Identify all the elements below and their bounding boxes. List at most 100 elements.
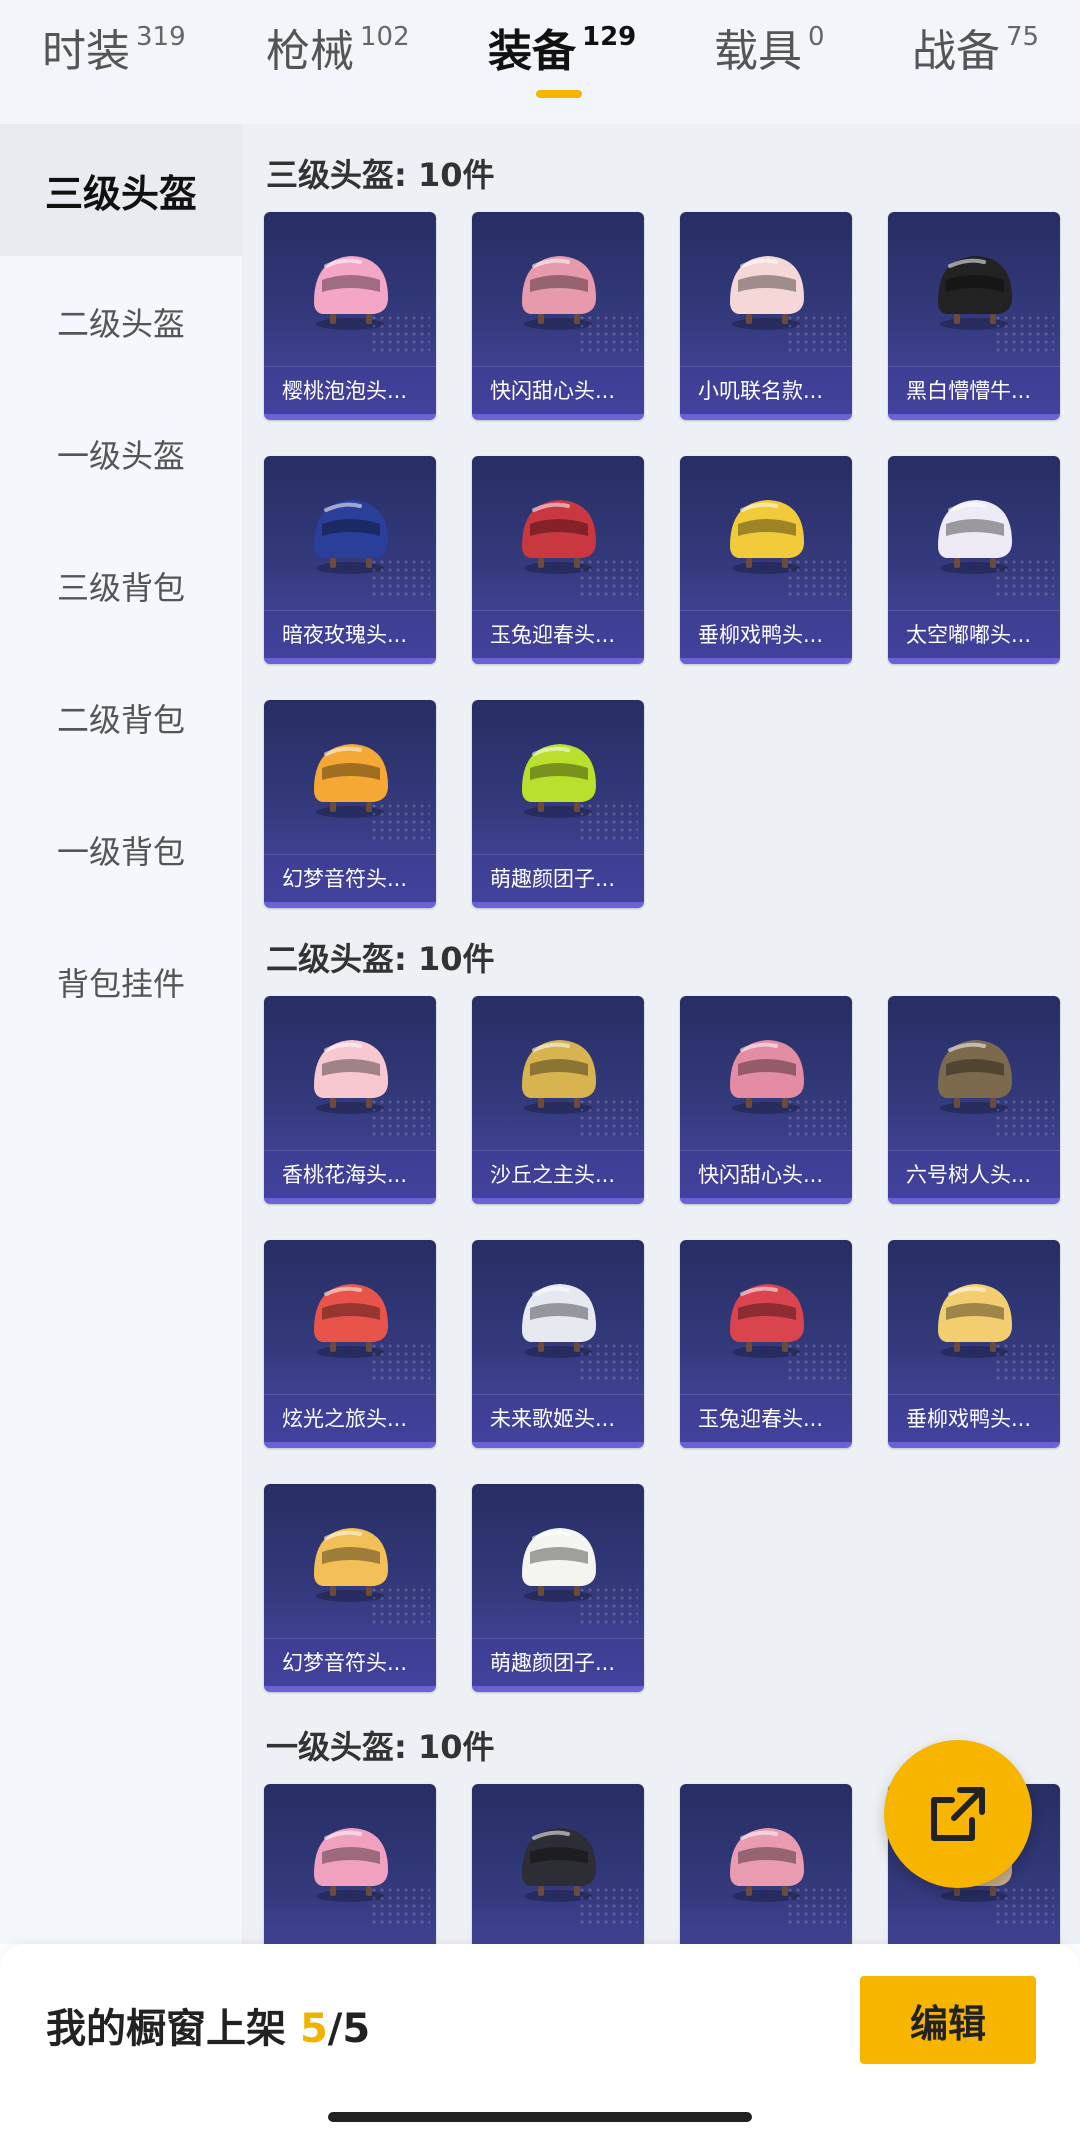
yellow-duck-helmet-icon — [938, 1284, 1012, 1358]
item-card[interactable]: 快闪甜心头... — [680, 996, 852, 1204]
tab-label: 枪械 — [266, 26, 354, 77]
section-title: 二级头盔: 10件 — [266, 940, 495, 978]
sidebar-item-backpack-charm[interactable]: 背包挂件 — [0, 916, 242, 1048]
tab-guns[interactable]: 枪械 102 — [266, 22, 410, 82]
pink-heart-helmet-icon — [314, 1828, 388, 1902]
tab-equipment[interactable]: 装备 129 — [488, 22, 636, 82]
item-card[interactable]: 垂柳戏鸭头... — [680, 456, 852, 664]
showcase-status: 我的橱窗上架 5/5 — [46, 1996, 370, 2054]
item-name: 垂柳戏鸭头... — [888, 1394, 1060, 1442]
item-name: 玉兔迎春头... — [472, 610, 644, 658]
sidebar-item-lv1-backpack[interactable]: 一级背包 — [0, 784, 242, 916]
showcase-total: /5 — [327, 2006, 371, 2052]
item-name: 六号树人头... — [888, 1150, 1060, 1198]
tab-label: 装备 — [488, 26, 576, 77]
item-card[interactable]: 炫光之旅头... — [264, 1240, 436, 1448]
space-bunny-helmet-icon — [938, 500, 1012, 574]
sidebar-item-label: 三级头盔 — [44, 171, 197, 216]
sidebar-item-label: 一级头盔 — [56, 437, 185, 475]
item-card[interactable]: 快闪甜心头... — [472, 212, 644, 420]
item-card[interactable]: 未来歌姬头... — [472, 1240, 644, 1448]
showcase-current: 5 — [299, 2006, 328, 2052]
item-name: 幻梦音符头... — [264, 1638, 436, 1686]
section-title: 三级头盔: 10件 — [266, 156, 495, 194]
item-name: 炫光之旅头... — [264, 1394, 436, 1442]
active-tab-indicator — [536, 90, 582, 98]
category-tab-bar: 时装 319 枪械 102 装备 129 载具 0 战备 75 — [0, 0, 1080, 124]
item-name: 樱桃泡泡头... — [264, 366, 436, 414]
sidebar-item-lv3-helmet[interactable]: 三级头盔 — [0, 124, 242, 256]
showcase-label: 我的橱窗上架 — [46, 2006, 286, 2052]
sidebar-item-label: 背包挂件 — [56, 965, 185, 1003]
item-name: 黑白懵懵牛... — [888, 366, 1060, 414]
white-chick-helmet-icon — [730, 256, 804, 330]
tab-count: 129 — [582, 22, 637, 52]
item-card[interactable]: 幻梦音符头... — [264, 1484, 436, 1692]
tab-label: 载具 — [714, 26, 802, 77]
tab-gear[interactable]: 战备 75 — [912, 22, 1039, 82]
sidebar-item-label: 二级背包 — [56, 701, 185, 739]
item-card[interactable]: 幻梦音符头... — [264, 700, 436, 908]
item-grid[interactable]: 三级头盔: 10件樱桃泡泡头... 快闪甜心头... 小叽联名款... 黑白懵懵牛..… — [242, 124, 1080, 1944]
share-external-icon — [931, 1787, 985, 1841]
tab-count: 75 — [1006, 22, 1040, 52]
item-name: 幻梦音符头... — [264, 854, 436, 902]
item-card[interactable]: 玉兔迎春头... — [472, 456, 644, 664]
rabbit-red-helmet-icon — [522, 500, 596, 574]
red-cross-helmet-icon — [314, 1284, 388, 1358]
item-card[interactable]: 樱桃泡泡头... — [264, 212, 436, 420]
edit-button[interactable]: 编辑 — [860, 1976, 1036, 2064]
tab-vehicles[interactable]: 载具 0 — [714, 22, 825, 82]
item-card[interactable]: 玉兔迎春头... — [680, 1240, 852, 1448]
sprout-white-helmet-icon — [522, 1528, 596, 1602]
duck-helmet-icon — [730, 500, 804, 574]
tab-label: 时装 — [42, 26, 130, 77]
sidebar-item-lv2-helmet[interactable]: 二级头盔 — [0, 256, 242, 388]
tab-count: 102 — [360, 22, 410, 52]
green-sprout-helmet-icon — [522, 744, 596, 818]
pink-visor-helmet-icon — [522, 256, 596, 330]
sidebar-item-lv1-helmet[interactable]: 一级头盔 — [0, 388, 242, 520]
item-card[interactable]: 六号树人头... — [888, 996, 1060, 1204]
dream-note-lv2-helmet-icon — [314, 1528, 388, 1602]
item-name: 快闪甜心头... — [680, 1150, 852, 1198]
item-name: 太空嘟嘟头... — [888, 610, 1060, 658]
item-name: 快闪甜心头... — [472, 366, 644, 414]
sidebar-item-label: 三级背包 — [56, 569, 185, 607]
item-name: 玉兔迎春头... — [680, 1394, 852, 1442]
subcategory-sidebar: 三级头盔 二级头盔 一级头盔 三级背包 二级背包 一级背包 背包挂件 — [0, 124, 242, 1944]
sidebar-item-lv3-backpack[interactable]: 三级背包 — [0, 520, 242, 652]
tab-count: 319 — [136, 22, 186, 52]
item-card[interactable] — [680, 1784, 852, 1944]
item-card[interactable]: 黑白懵懵牛... — [888, 212, 1060, 420]
tab-count: 0 — [808, 22, 825, 52]
item-card[interactable]: 小叽联名款... — [680, 212, 852, 420]
rabbit-white-red-helmet-icon — [730, 1284, 804, 1358]
item-card[interactable]: 萌趣颜团子... — [472, 1484, 644, 1692]
item-card[interactable] — [264, 1784, 436, 1944]
item-name: 垂柳戏鸭头... — [680, 610, 852, 658]
sidebar-item-label: 二级头盔 — [56, 305, 185, 343]
item-name: 沙丘之主头... — [472, 1150, 644, 1198]
item-card[interactable]: 垂柳戏鸭头... — [888, 1240, 1060, 1448]
pink-moto-helmet-icon — [730, 1828, 804, 1902]
showcase-bar: 我的橱窗上架 5/5 编辑 — [0, 1944, 1080, 2142]
item-card[interactable]: 沙丘之主头... — [472, 996, 644, 1204]
tab-fashion[interactable]: 时装 319 — [42, 22, 186, 82]
dream-note-helmet-icon — [314, 744, 388, 818]
item-card[interactable]: 太空嘟嘟头... — [888, 456, 1060, 664]
item-card[interactable]: 暗夜玫瑰头... — [264, 456, 436, 664]
home-indicator[interactable] — [328, 2112, 752, 2122]
sidebar-item-lv2-backpack[interactable]: 二级背包 — [0, 652, 242, 784]
cow-helmet-icon — [938, 256, 1012, 330]
peach-helmet-icon — [314, 1040, 388, 1114]
item-card[interactable]: 香桃花海头... — [264, 996, 436, 1204]
item-card[interactable]: 萌趣颜团子... — [472, 700, 644, 908]
section-title: 一级头盔: 10件 — [266, 1728, 495, 1766]
pink-sweet-helmet-icon — [730, 1040, 804, 1114]
item-name: 小叽联名款... — [680, 366, 852, 414]
tree-helmet-icon — [938, 1040, 1012, 1114]
share-button[interactable] — [884, 1740, 1032, 1888]
item-card[interactable] — [472, 1784, 644, 1944]
pink-bunny-helmet-icon — [314, 256, 388, 330]
